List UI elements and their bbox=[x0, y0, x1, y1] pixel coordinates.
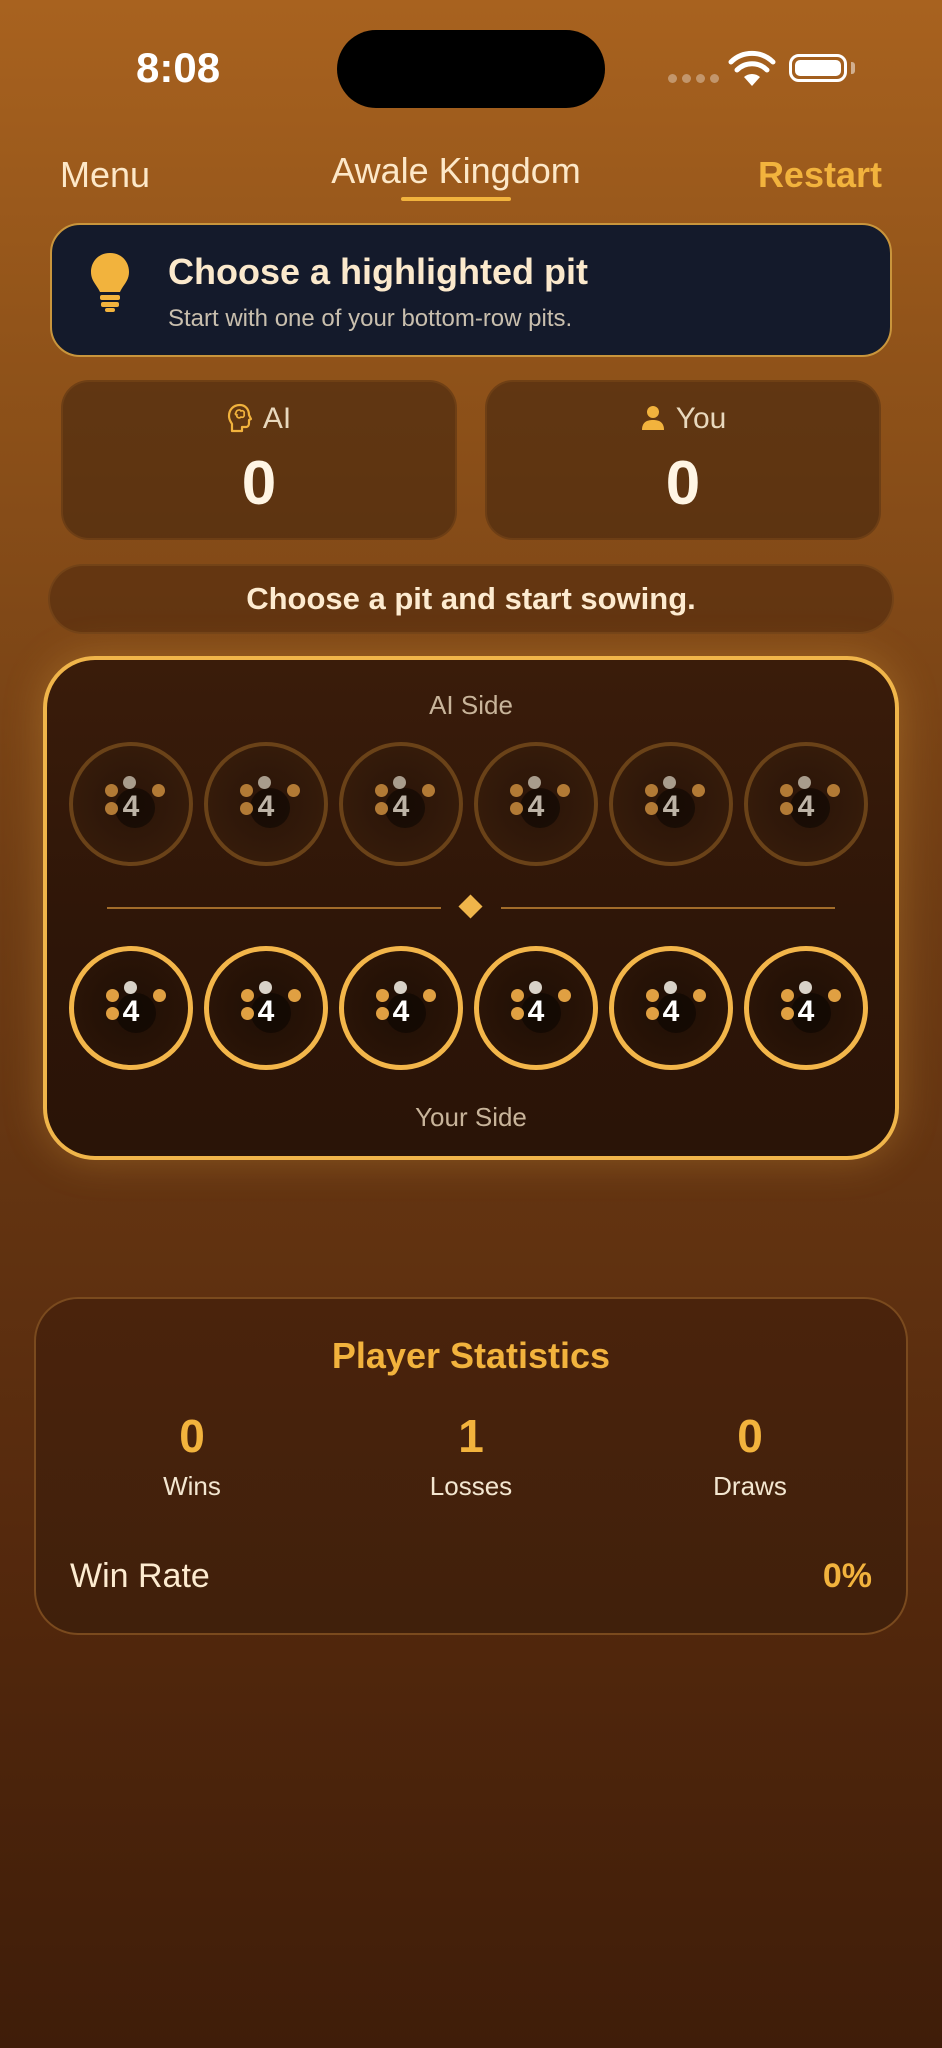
win-rate-value: 0% bbox=[822, 1557, 872, 1595]
draws-label: Draws bbox=[713, 1471, 787, 1501]
your-score-label: You bbox=[675, 402, 727, 435]
ai-score-card: AI 0 bbox=[61, 380, 457, 540]
seed bbox=[394, 981, 407, 994]
wifi-icon bbox=[728, 50, 776, 86]
brain-head-icon bbox=[227, 403, 252, 433]
battery-icon bbox=[789, 54, 847, 82]
stat-draws: 0 Draws bbox=[630, 1409, 870, 1502]
pit-seed-count: 4 bbox=[527, 790, 545, 823]
player-statistics-card: Player Statistics 0 Wins 1 Losses 0 Draw… bbox=[34, 1297, 908, 1635]
ai-pit-1: 4 bbox=[69, 742, 193, 866]
dynamic-island bbox=[337, 30, 605, 108]
ai-pit-6: 4 bbox=[744, 742, 868, 866]
person-icon bbox=[641, 406, 664, 430]
seed bbox=[393, 776, 406, 789]
ai-pit-2: 4 bbox=[204, 742, 328, 866]
losses-value: 1 bbox=[458, 1410, 484, 1462]
seed bbox=[664, 981, 677, 994]
pit-seed-count: 4 bbox=[527, 995, 545, 1028]
restart-button[interactable]: Restart bbox=[758, 154, 882, 196]
pit-seed-count: 4 bbox=[257, 790, 275, 823]
wins-value: 0 bbox=[179, 1410, 205, 1462]
ai-score-label: AI bbox=[262, 402, 292, 435]
pit-seed-count: 4 bbox=[122, 995, 140, 1028]
seed bbox=[798, 776, 811, 789]
cellular-signal-icon bbox=[668, 74, 719, 83]
status-time: 8:08 bbox=[136, 44, 221, 91]
seed bbox=[663, 776, 676, 789]
losses-label: Losses bbox=[429, 1471, 513, 1501]
title-underline bbox=[401, 197, 511, 201]
seed bbox=[258, 776, 271, 789]
seed bbox=[259, 981, 272, 994]
pit-seed-count: 4 bbox=[392, 790, 410, 823]
your-pit-1[interactable]: 4 bbox=[69, 946, 193, 1070]
seed bbox=[124, 981, 137, 994]
board-divider-left bbox=[107, 907, 441, 909]
battery-tip bbox=[851, 62, 855, 74]
your-pit-5[interactable]: 4 bbox=[609, 946, 733, 1070]
pit-seed-count: 4 bbox=[797, 995, 815, 1028]
pit-seed-count: 4 bbox=[662, 995, 680, 1028]
seed bbox=[123, 776, 136, 789]
game-message: Choose a pit and start sowing. bbox=[48, 564, 894, 634]
pit-seed-count: 4 bbox=[122, 790, 140, 823]
hint-title: Choose a highlighted pit bbox=[168, 251, 588, 292]
ai-pit-4: 4 bbox=[474, 742, 598, 866]
pit-seed-count: 4 bbox=[662, 790, 680, 823]
win-rate-label: Win Rate bbox=[70, 1557, 210, 1595]
your-pit-3[interactable]: 4 bbox=[339, 946, 463, 1070]
lightbulb-icon bbox=[91, 253, 129, 312]
stats-title: Player Statistics bbox=[331, 1335, 611, 1376]
ai-side-label: AI Side bbox=[429, 690, 513, 720]
seed bbox=[528, 776, 541, 789]
stat-wins: 0 Wins bbox=[72, 1409, 312, 1502]
seed bbox=[529, 981, 542, 994]
draws-value: 0 bbox=[737, 1410, 763, 1462]
your-score-card: You 0 bbox=[485, 380, 881, 540]
your-side-label: Your Side bbox=[415, 1102, 527, 1132]
your-score-value: 0 bbox=[665, 449, 701, 518]
wins-label: Wins bbox=[163, 1471, 221, 1501]
ai-score-value: 0 bbox=[241, 449, 277, 518]
pit-seed-count: 4 bbox=[797, 790, 815, 823]
pit-seed-count: 4 bbox=[257, 995, 275, 1028]
ai-pit-3: 4 bbox=[339, 742, 463, 866]
board-divider-right bbox=[501, 907, 835, 909]
your-pit-6[interactable]: 4 bbox=[744, 946, 868, 1070]
your-pit-4[interactable]: 4 bbox=[474, 946, 598, 1070]
pit-seed-count: 4 bbox=[392, 995, 410, 1028]
stat-losses: 1 Losses bbox=[351, 1409, 591, 1502]
ai-pit-5: 4 bbox=[609, 742, 733, 866]
hint-subtitle: Start with one of your bottom-row pits. bbox=[168, 305, 573, 332]
hint-card: Choose a highlighted pit Start with one … bbox=[50, 223, 892, 357]
your-pit-2[interactable]: 4 bbox=[204, 946, 328, 1070]
seed bbox=[799, 981, 812, 994]
